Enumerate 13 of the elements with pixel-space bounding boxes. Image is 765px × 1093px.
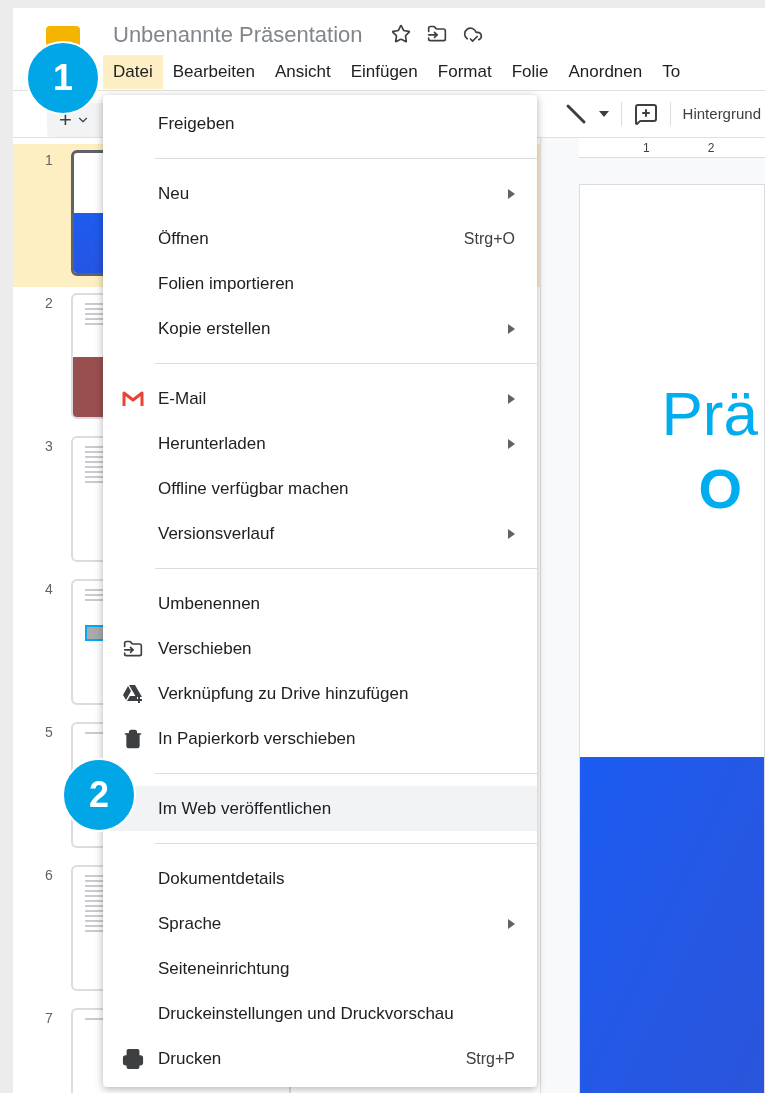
slide-number: 7 — [45, 1009, 54, 1028]
slide-number: 3 — [45, 437, 54, 456]
shortcut-text: Strg+O — [463, 228, 515, 249]
ruler-number: 1 — [643, 139, 650, 157]
slide-number: 2 — [45, 294, 54, 313]
ruler-number: 2 — [707, 139, 715, 157]
slide-number: 4 — [45, 580, 54, 599]
slide-subtitle: O — [698, 456, 743, 517]
slide-number: 6 — [45, 866, 54, 885]
slide-number: 1 — [45, 151, 54, 170]
shortcut-text: Strg+P — [465, 1048, 515, 1069]
slide-number: 5 — [45, 723, 54, 742]
slide-title: Prä — [661, 383, 759, 445]
